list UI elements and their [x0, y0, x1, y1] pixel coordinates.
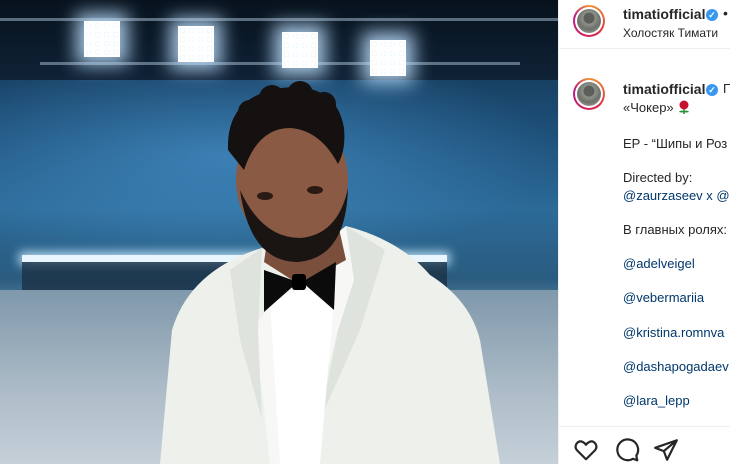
mention-link[interactable]: @adelveigel — [623, 256, 695, 271]
mention-link[interactable]: @lara_lepp — [623, 393, 690, 408]
post-sidebar: timatiofficial ✓ • Холостяк Тимати timat… — [558, 0, 730, 464]
caption-directors-mention[interactable]: @zaurzaseev x @ — [623, 188, 730, 203]
verified-badge-icon: ✓ — [706, 9, 718, 21]
caption-directed-label: Directed by: — [623, 170, 693, 185]
caption-ep-line: EP - “Шипы и Роз — [623, 136, 728, 151]
mention-link[interactable]: @vebermariia — [623, 290, 704, 305]
verified-badge-icon: ✓ — [706, 84, 718, 96]
avatar[interactable] — [573, 5, 605, 37]
heart-icon[interactable] — [573, 437, 599, 463]
caption-text-start: П — [723, 81, 730, 96]
caption-cast-label: В главных ролях: — [623, 222, 728, 237]
caption-avatar[interactable] — [573, 78, 605, 110]
song-title-text: «Чокер» — [623, 100, 674, 115]
header-username[interactable]: timatiofficial — [623, 6, 705, 22]
mention-link[interactable]: @dashapogadaev — [623, 359, 729, 374]
paper-plane-icon[interactable] — [653, 437, 679, 463]
caption-username[interactable]: timatiofficial — [623, 81, 705, 97]
comment-icon[interactable] — [614, 437, 640, 463]
post-media-image[interactable] — [0, 0, 558, 464]
post-header: timatiofficial ✓ • Холостяк Тимати — [559, 0, 730, 49]
performer-figure — [160, 81, 500, 464]
location-link[interactable]: Холостяк Тимати — [623, 26, 718, 40]
separator-dot: • — [723, 5, 728, 21]
rose-emoji-icon — [678, 100, 689, 114]
actions-divider — [559, 426, 730, 427]
caption-song-title: «Чокер» — [623, 100, 691, 115]
mention-link[interactable]: @kristina.romnva — [623, 325, 724, 340]
